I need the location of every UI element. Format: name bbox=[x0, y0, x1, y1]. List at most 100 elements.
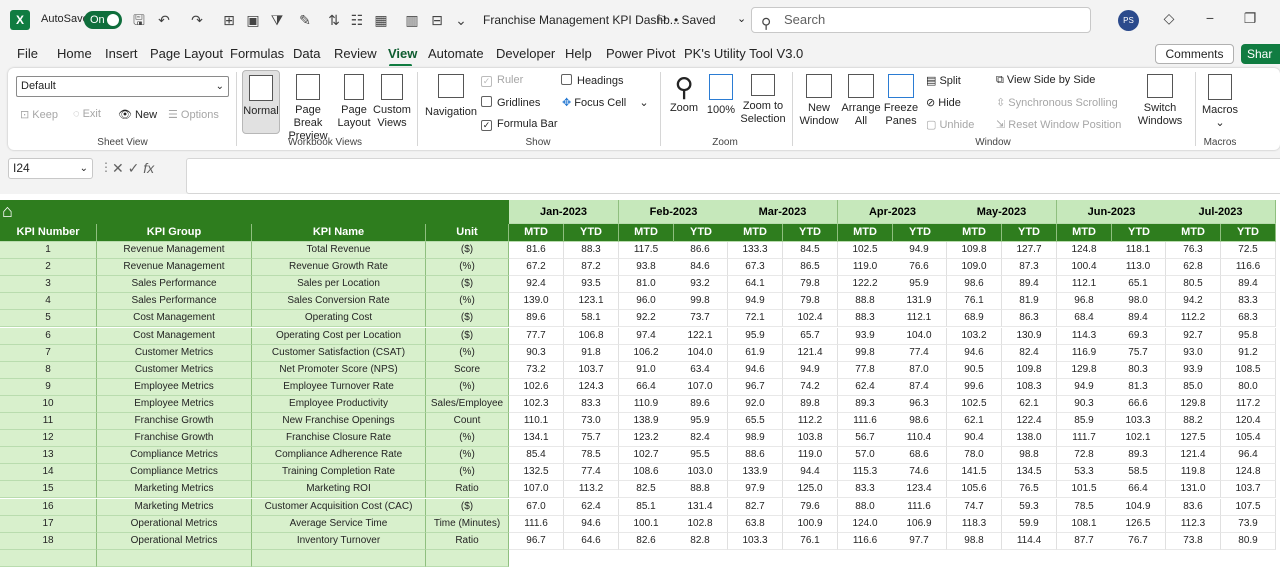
table-cell[interactable]: ($) bbox=[426, 328, 509, 345]
value-cell[interactable]: 88.3 bbox=[564, 242, 619, 259]
value-cell[interactable]: 77.4 bbox=[564, 464, 619, 481]
value-cell[interactable]: 108.3 bbox=[1002, 379, 1057, 396]
value-cell[interactable]: 100.9 bbox=[783, 516, 838, 533]
value-cell[interactable]: 57.0 bbox=[838, 447, 893, 464]
value-cell[interactable]: 92.7 bbox=[1166, 328, 1221, 345]
value-cell[interactable]: 67.0 bbox=[509, 499, 564, 516]
table-cell[interactable]: (%) bbox=[426, 464, 509, 481]
table-cell[interactable]: 7 bbox=[0, 345, 97, 362]
value-cell[interactable]: 93.9 bbox=[1166, 362, 1221, 379]
value-cell[interactable]: 138.0 bbox=[1002, 430, 1057, 447]
value-cell[interactable]: 98.8 bbox=[947, 533, 1002, 550]
value-cell[interactable]: 78.5 bbox=[564, 447, 619, 464]
table-cell[interactable]: Operating Cost per Location bbox=[252, 328, 426, 345]
value-cell[interactable]: 95.8 bbox=[1221, 328, 1276, 345]
value-cell[interactable]: 124.3 bbox=[564, 379, 619, 396]
document-title[interactable]: Franchise Management KPI Dashb... bbox=[483, 13, 680, 27]
value-cell[interactable]: 118.1 bbox=[1111, 242, 1166, 259]
value-cell[interactable]: 84.6 bbox=[673, 259, 728, 276]
table-cell[interactable]: Ratio bbox=[426, 481, 509, 498]
value-cell[interactable]: 94.6 bbox=[728, 362, 783, 379]
value-cell[interactable]: 88.2 bbox=[1166, 413, 1221, 430]
value-cell[interactable]: 62.1 bbox=[1002, 396, 1057, 413]
table-cell[interactable]: 18 bbox=[0, 533, 97, 550]
table-cell[interactable]: Cost Management bbox=[97, 310, 252, 327]
search-input[interactable]: ⚲ Search bbox=[751, 7, 1091, 33]
macros-button[interactable]: Macros ⌄ bbox=[1200, 74, 1240, 130]
value-cell[interactable]: 65.7 bbox=[783, 328, 838, 345]
value-cell[interactable]: 87.0 bbox=[892, 362, 947, 379]
table-cell[interactable]: Training Completion Rate bbox=[252, 464, 426, 481]
value-cell[interactable]: 101.5 bbox=[1057, 481, 1112, 498]
value-cell[interactable]: 90.3 bbox=[1057, 396, 1112, 413]
table-cell[interactable]: 14 bbox=[0, 464, 97, 481]
table-cell[interactable]: 12 bbox=[0, 430, 97, 447]
value-cell[interactable]: 81.9 bbox=[1002, 293, 1057, 310]
exit-button[interactable]: ◌ Exit bbox=[73, 108, 101, 120]
sensitivity-icon[interactable]: ⚐ bbox=[656, 12, 668, 28]
value-cell[interactable]: 85.4 bbox=[509, 447, 564, 464]
value-cell[interactable]: 127.7 bbox=[1002, 242, 1057, 259]
value-cell[interactable]: 127.5 bbox=[1166, 430, 1221, 447]
value-cell[interactable]: 103.8 bbox=[783, 430, 838, 447]
value-cell[interactable]: 112.1 bbox=[1057, 276, 1112, 293]
value-cell[interactable]: 68.4 bbox=[1057, 310, 1112, 327]
column-header[interactable]: Unit bbox=[426, 224, 509, 242]
value-cell[interactable]: 98.6 bbox=[892, 413, 947, 430]
table-cell[interactable]: (%) bbox=[426, 379, 509, 396]
value-cell[interactable]: 61.9 bbox=[728, 345, 783, 362]
options-button[interactable]: ☰ Options bbox=[168, 108, 219, 121]
value-cell[interactable]: 86.5 bbox=[783, 259, 838, 276]
table-cell[interactable]: (%) bbox=[426, 259, 509, 276]
value-cell[interactable]: 117.5 bbox=[619, 242, 674, 259]
value-cell[interactable]: 132.5 bbox=[509, 464, 564, 481]
value-cell[interactable]: 82.8 bbox=[673, 533, 728, 550]
value-cell[interactable]: 90.5 bbox=[947, 362, 1002, 379]
value-cell[interactable]: 72.5 bbox=[1221, 242, 1276, 259]
value-cell[interactable]: 141.5 bbox=[947, 464, 1002, 481]
value-cell[interactable]: 93.2 bbox=[673, 276, 728, 293]
value-cell[interactable]: 80.0 bbox=[1221, 379, 1276, 396]
value-cell[interactable]: 74.7 bbox=[947, 499, 1002, 516]
value-cell[interactable]: 63.8 bbox=[728, 516, 783, 533]
value-cell[interactable]: 87.7 bbox=[1057, 533, 1112, 550]
value-cell[interactable]: 83.3 bbox=[1221, 293, 1276, 310]
headings-checkbox[interactable]: Headings bbox=[561, 74, 623, 87]
value-cell[interactable]: 85.1 bbox=[619, 499, 674, 516]
value-cell[interactable]: 124.0 bbox=[838, 516, 893, 533]
value-cell[interactable]: 89.4 bbox=[1221, 276, 1276, 293]
value-cell[interactable]: 86.6 bbox=[673, 242, 728, 259]
value-cell[interactable]: 88.0 bbox=[838, 499, 893, 516]
home-icon[interactable]: ⌂ bbox=[2, 201, 13, 222]
table-cell[interactable]: New Franchise Openings bbox=[252, 413, 426, 430]
table-cell[interactable]: Revenue Management bbox=[97, 242, 252, 259]
table-cell[interactable]: 8 bbox=[0, 362, 97, 379]
ytd-header[interactable]: YTD bbox=[674, 224, 729, 242]
table-cell[interactable]: Revenue Growth Rate bbox=[252, 259, 426, 276]
table-cell[interactable]: Franchise Growth bbox=[97, 430, 252, 447]
value-cell[interactable]: 111.6 bbox=[892, 499, 947, 516]
mtd-header[interactable]: MTD bbox=[619, 224, 674, 242]
value-cell[interactable]: 77.4 bbox=[892, 345, 947, 362]
tab-insert[interactable]: Insert bbox=[105, 46, 138, 61]
value-cell[interactable]: 76.1 bbox=[947, 293, 1002, 310]
month-header[interactable]: Mar-2023 bbox=[728, 200, 838, 224]
table-cell[interactable]: ($) bbox=[426, 276, 509, 293]
table-cell[interactable]: 9 bbox=[0, 379, 97, 396]
table-cell[interactable]: Sales/Employee bbox=[426, 396, 509, 413]
value-cell[interactable]: 133.9 bbox=[728, 464, 783, 481]
borders-icon[interactable]: ⊞ bbox=[220, 11, 238, 29]
table-cell[interactable]: Operational Metrics bbox=[97, 516, 252, 533]
value-cell[interactable]: 110.4 bbox=[892, 430, 947, 447]
filter-icon[interactable]: ⧩ bbox=[268, 11, 286, 29]
tab-review[interactable]: Review bbox=[334, 46, 377, 61]
value-cell[interactable]: 103.7 bbox=[1221, 481, 1276, 498]
value-cell[interactable]: 109.8 bbox=[947, 242, 1002, 259]
empty-cell[interactable] bbox=[426, 550, 509, 567]
table-cell[interactable]: ($) bbox=[426, 310, 509, 327]
value-cell[interactable]: 56.7 bbox=[838, 430, 893, 447]
table-cell[interactable]: Compliance Adherence Rate bbox=[252, 447, 426, 464]
value-cell[interactable]: 114.3 bbox=[1057, 328, 1112, 345]
value-cell[interactable]: 134.1 bbox=[509, 430, 564, 447]
freeze-panes-button[interactable]: Freeze Panes bbox=[883, 74, 919, 128]
